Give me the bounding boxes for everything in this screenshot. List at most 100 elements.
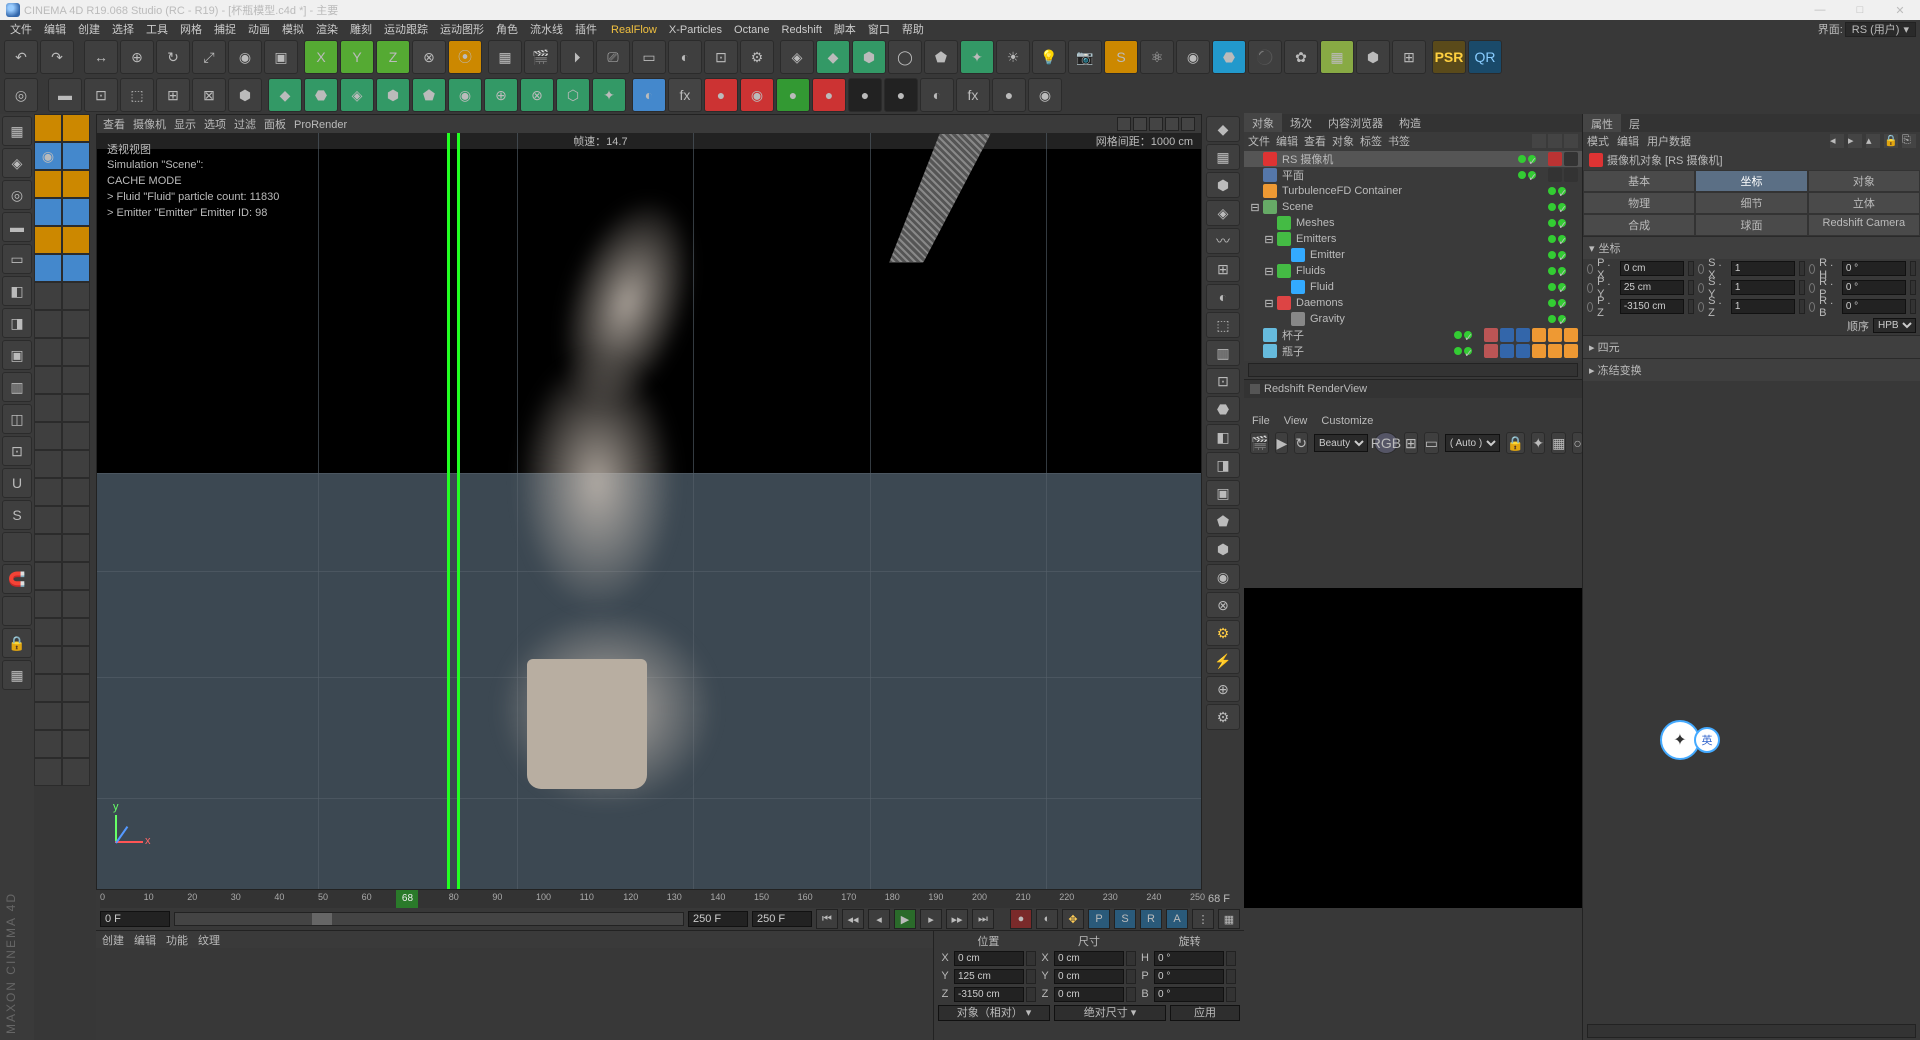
rv-aov-select[interactable]: Beauty [1314,434,1368,452]
strip-icon[interactable] [62,674,90,702]
tool-icon[interactable]: ⏵ [560,40,594,74]
palette-icon[interactable]: ◎ [2,180,32,210]
palette-icon[interactable]: ◧ [2,276,32,306]
palette-icon[interactable]: ▦ [2,116,32,146]
tree-node[interactable]: ⊟Scene✓ [1244,199,1582,215]
coord-mode-select[interactable]: 对象（相对） ▾ [938,1005,1050,1021]
strip-icon[interactable] [34,422,62,450]
close-button[interactable]: ✕ [1886,4,1914,17]
rstrip-icon[interactable]: ◉ [1206,564,1240,590]
strip-icon[interactable] [34,674,62,702]
menu-模拟[interactable]: 模拟 [276,23,310,37]
tool-icon[interactable]: ◉ [1176,40,1210,74]
attr-new-icon[interactable]: ⎘ [1902,134,1916,148]
key-a-icon[interactable]: A [1166,909,1188,929]
tree-node[interactable]: ⊟Daemons✓ [1244,295,1582,311]
timeline-start[interactable] [100,911,170,927]
rstrip-icon[interactable]: ◈ [1206,200,1240,226]
menu-创建[interactable]: 创建 [72,23,106,37]
tool-icon[interactable]: ● [848,78,882,112]
attr-scrollbar[interactable] [1587,1024,1916,1038]
tool-icon[interactable]: ● [812,78,846,112]
matmenu-创建[interactable]: 创建 [102,932,124,948]
tool-icon[interactable]: ● [776,78,810,112]
tool-icon[interactable]: ◯ [888,40,922,74]
subtab-细节[interactable]: 细节 [1695,192,1807,214]
palette-icon[interactable]: ▣ [2,340,32,370]
menu-插件[interactable]: 插件 [569,23,603,37]
menu-RealFlow[interactable]: RealFlow [605,23,663,37]
viewport-nav-icon[interactable] [1149,117,1163,131]
tool-icon[interactable]: ▦ [1320,40,1354,74]
subtab-基本[interactable]: 基本 [1583,170,1695,192]
menu-网格[interactable]: 网格 [174,23,208,37]
attr-lock-icon[interactable]: 🔒 [1884,134,1898,148]
home-icon[interactable] [1548,134,1562,148]
tool-icon[interactable]: ▦ [488,40,522,74]
autokey-icon[interactable]: ◐ [1036,909,1058,929]
strip-icon[interactable] [62,590,90,618]
rv-play-icon[interactable]: ▶ [1275,432,1288,454]
tool-icon[interactable]: ● [704,78,738,112]
palette-icon[interactable]: ◫ [2,404,32,434]
tool-icon[interactable]: ⊕ [120,40,154,74]
menu-角色[interactable]: 角色 [490,23,524,37]
rstrip-icon[interactable]: ◧ [1206,424,1240,450]
strip-icon[interactable] [62,338,90,366]
strip-icon[interactable] [62,702,90,730]
attr-input[interactable] [1731,261,1795,276]
matmenu-纹理[interactable]: 纹理 [198,932,220,948]
tool-icon[interactable]: ◉ [740,78,774,112]
tool-icon[interactable]: ⊠ [192,78,226,112]
rv-refresh-icon[interactable]: ↻ [1294,432,1308,454]
menu-X-Particles[interactable]: X-Particles [663,23,728,37]
viewport-nav-icon[interactable] [1133,117,1147,131]
rv-snap-icon[interactable]: ✦ [1531,432,1545,454]
attr-fwd-icon[interactable]: ▸ [1848,134,1862,148]
strip-icon[interactable] [34,226,62,254]
menu-选择[interactable]: 选择 [106,23,140,37]
coord-size-select[interactable]: 绝对尺寸 ▾ [1054,1005,1166,1021]
tool-icon[interactable]: ▬ [48,78,82,112]
attr-input[interactable] [1731,280,1795,295]
matmenu-功能[interactable]: 功能 [166,932,188,948]
rstrip-icon[interactable]: ⬚ [1206,312,1240,338]
palette-icon[interactable]: ◈ [2,148,32,178]
strip-icon[interactable] [34,338,62,366]
matmenu-编辑[interactable]: 编辑 [134,932,156,948]
rstrip-icon[interactable]: ⚡ [1206,648,1240,674]
tool-icon[interactable]: ◈ [340,78,374,112]
strip-icon[interactable] [34,618,62,646]
prev-key-icon[interactable]: ◂◂ [842,909,864,929]
tree-node[interactable]: 杯子✓ [1244,327,1582,343]
palette-icon[interactable] [2,596,32,626]
tool-icon[interactable]: ⊗ [520,78,554,112]
rv-grid-icon[interactable]: ⊞ [1404,432,1418,454]
palette-icon[interactable]: 🧲 [2,564,32,594]
menu-帮助[interactable]: 帮助 [896,23,930,37]
rv-bucket-icon[interactable]: ▦ [1551,432,1566,454]
tool-icon[interactable]: ▣ [264,40,298,74]
tool-icon[interactable]: ◐ [920,78,954,112]
tree-node[interactable]: ⊟Emitters✓ [1244,231,1582,247]
tool-icon[interactable]: ⊡ [84,78,118,112]
tool-icon[interactable]: ⬢ [228,78,262,112]
palette-icon[interactable]: ◨ [2,308,32,338]
viewport-nav-icon[interactable] [1117,117,1131,131]
tool-icon[interactable]: ⎚ [596,40,630,74]
strip-icon[interactable] [34,478,62,506]
strip-icon[interactable] [34,170,62,198]
palette-icon[interactable]: ▦ [2,660,32,690]
next-frame-icon[interactable]: ▸ [920,909,942,929]
objmenu-标签[interactable]: 标签 [1360,136,1382,148]
strip-icon[interactable] [62,618,90,646]
rv-crop-icon[interactable]: ▭ [1424,432,1439,454]
tool-icon[interactable]: 💡 [1032,40,1066,74]
tool-icon[interactable]: ⊞ [1392,40,1426,74]
palette-icon[interactable]: U [2,468,32,498]
strip-icon[interactable] [62,310,90,338]
coord-input[interactable] [1054,951,1124,966]
tool-icon[interactable]: ☀ [996,40,1030,74]
coord-input[interactable] [1154,969,1224,984]
play-icon[interactable]: ▶ [894,909,916,929]
